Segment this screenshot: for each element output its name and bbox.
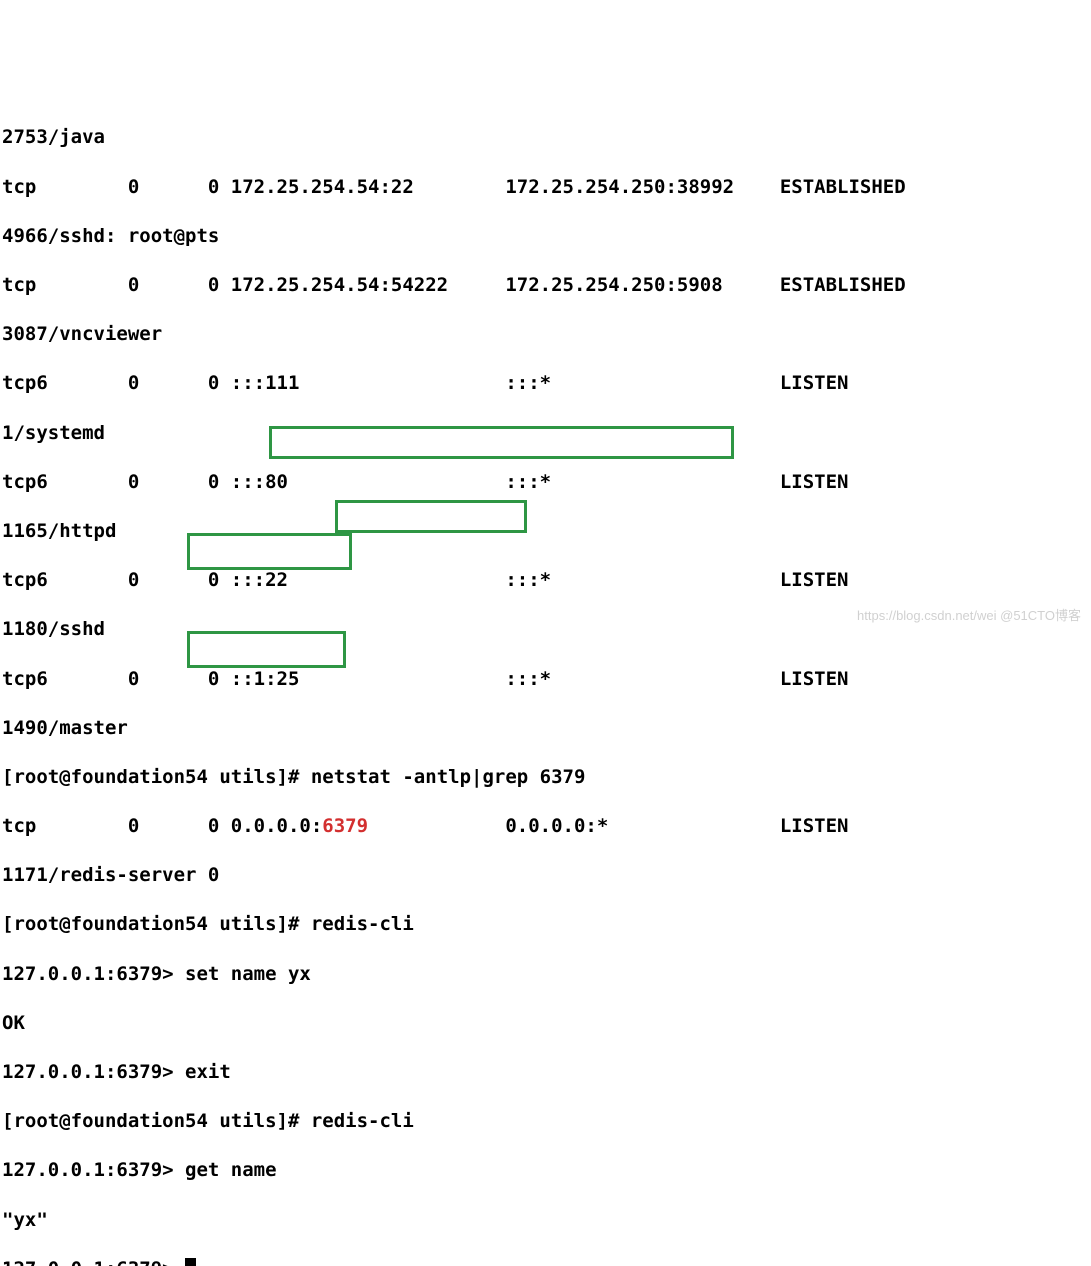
command-text: set name yx [185,963,311,985]
output-line: tcp6 0 0 :::111 :::* LISTEN [2,371,1089,396]
shell-prompt: [root@foundation54 utils]# [2,913,311,935]
command-text: redis-cli [311,1110,414,1132]
output-line: 1165/httpd [2,519,1089,544]
output-line: 1171/redis-server 0 [2,863,1089,888]
shell-prompt: [root@foundation54 utils]# [2,766,311,788]
matched-port: 6379 [322,815,368,837]
output-line: 1/systemd [2,421,1089,446]
command-text: get name [185,1159,277,1181]
command-line-redis-cli: [root@foundation54 utils]# redis-cli [2,912,1089,937]
command-line-get: 127.0.0.1:6379> get name [2,1158,1089,1183]
command-line-set: 127.0.0.1:6379> set name yx [2,962,1089,987]
current-prompt-line[interactable]: 127.0.0.1:6379> [2,1257,1089,1266]
command-text: exit [185,1061,231,1083]
command-line-netstat: [root@foundation54 utils]# netstat -antl… [2,765,1089,790]
output-text: tcp 0 0 0.0.0.0: [2,815,322,837]
command-line-redis-cli: [root@foundation54 utils]# redis-cli [2,1109,1089,1134]
watermark-text: https://blog.csdn.net/wei @51CTO博客 [857,608,1081,625]
output-line: 3087/vncviewer [2,322,1089,347]
redis-prompt: 127.0.0.1:6379> [2,963,185,985]
output-line: 4966/sshd: root@pts [2,224,1089,249]
output-line: 2753/java [2,125,1089,150]
output-line: tcp6 0 0 :::80 :::* LISTEN [2,470,1089,495]
output-line: 1490/master [2,716,1089,741]
terminal-output[interactable]: 2753/java tcp 0 0 172.25.254.54:22 172.2… [2,101,1089,1266]
redis-prompt: 127.0.0.1:6379> [2,1159,185,1181]
shell-prompt: [root@foundation54 utils]# [2,1110,311,1132]
command-text: redis-cli [311,913,414,935]
output-line: "yx" [2,1208,1089,1233]
cursor-block [185,1258,196,1266]
output-line: tcp6 0 0 :::22 :::* LISTEN [2,568,1089,593]
output-text: 0.0.0.0:* LISTEN [368,815,848,837]
output-line: tcp6 0 0 ::1:25 :::* LISTEN [2,667,1089,692]
output-line: tcp 0 0 172.25.254.54:22 172.25.254.250:… [2,175,1089,200]
output-line: tcp 0 0 172.25.254.54:54222 172.25.254.2… [2,273,1089,298]
command-line-exit: 127.0.0.1:6379> exit [2,1060,1089,1085]
redis-prompt: 127.0.0.1:6379> [2,1061,185,1083]
command-text: netstat -antlp|grep 6379 [311,766,586,788]
redis-prompt: 127.0.0.1:6379> [2,1258,185,1266]
output-line: OK [2,1011,1089,1036]
output-line-highlight: tcp 0 0 0.0.0.0:6379 0.0.0.0:* LISTEN [2,814,1089,839]
